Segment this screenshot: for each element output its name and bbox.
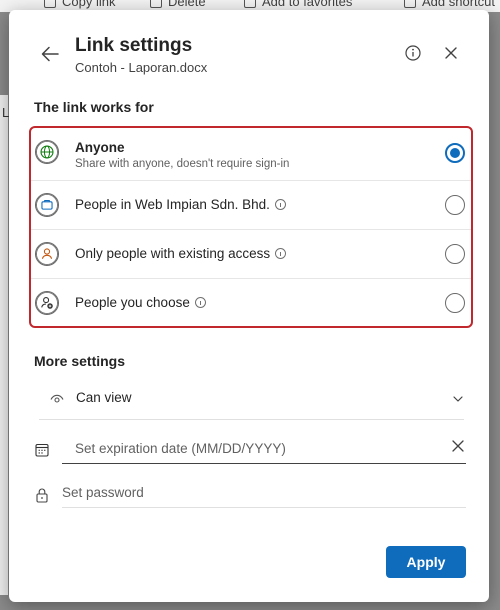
radio-existing-access[interactable] (445, 244, 465, 264)
eye-icon (50, 394, 64, 403)
add-shortcut-button[interactable]: Add shortcut (404, 0, 495, 9)
trash-icon (150, 0, 162, 8)
option-people-you-choose-label: People you choose (75, 295, 206, 310)
password-input[interactable] (62, 478, 466, 508)
radio-people-in-org[interactable] (445, 195, 465, 215)
add-to-favorites-button[interactable]: Add to favorites (244, 0, 352, 9)
permission-dropdown[interactable]: Can view (39, 382, 464, 420)
option-people-in-org[interactable]: People in Web Impian Sdn. Bhd. (31, 180, 471, 229)
apply-button[interactable]: Apply (386, 546, 466, 578)
delete-button[interactable]: Delete (150, 0, 206, 9)
link-settings-dialog: Link settings Contoh - Laporan.docx The … (9, 10, 489, 602)
radio-people-you-choose[interactable] (445, 293, 465, 313)
more-settings-heading: More settings (34, 353, 126, 369)
back-arrow-icon[interactable] (39, 43, 61, 65)
permission-value: Can view (76, 390, 132, 405)
info-icon[interactable] (274, 199, 286, 210)
link-audience-options: Anyone Share with anyone, doesn't requir… (29, 126, 473, 328)
option-existing-access-label: Only people with existing access (75, 246, 287, 261)
shortcut-icon (404, 0, 416, 8)
option-people-in-org-label: People in Web Impian Sdn. Bhd. (75, 197, 286, 212)
option-anyone-description: Share with anyone, doesn't require sign-… (75, 158, 290, 170)
option-people-you-choose[interactable]: People you choose (31, 278, 471, 327)
globe-icon (35, 140, 59, 164)
link-icon (44, 0, 56, 8)
file-name: Contoh - Laporan.docx (75, 60, 208, 75)
close-icon[interactable] (443, 45, 459, 61)
radio-anyone[interactable] (445, 143, 465, 163)
link-works-for-heading: The link works for (34, 99, 154, 115)
star-icon (244, 0, 256, 8)
chevron-down-icon (453, 396, 463, 402)
briefcase-icon (35, 193, 59, 217)
info-icon[interactable] (194, 297, 206, 308)
info-icon[interactable] (275, 248, 287, 259)
expiration-date-input[interactable] (62, 434, 466, 464)
clear-icon[interactable] (450, 438, 466, 454)
person-add-icon (35, 291, 59, 315)
calendar-icon (35, 443, 49, 457)
dialog-title: Link settings (75, 35, 193, 56)
option-anyone-label: Anyone (75, 140, 125, 155)
option-existing-access[interactable]: Only people with existing access (31, 229, 471, 278)
person-icon (35, 242, 59, 266)
info-icon[interactable] (404, 44, 422, 62)
copy-link-button[interactable]: Copy link (44, 0, 115, 9)
lock-icon (36, 488, 48, 503)
background-side-panel: L (0, 95, 9, 595)
option-anyone[interactable]: Anyone Share with anyone, doesn't requir… (31, 128, 471, 177)
